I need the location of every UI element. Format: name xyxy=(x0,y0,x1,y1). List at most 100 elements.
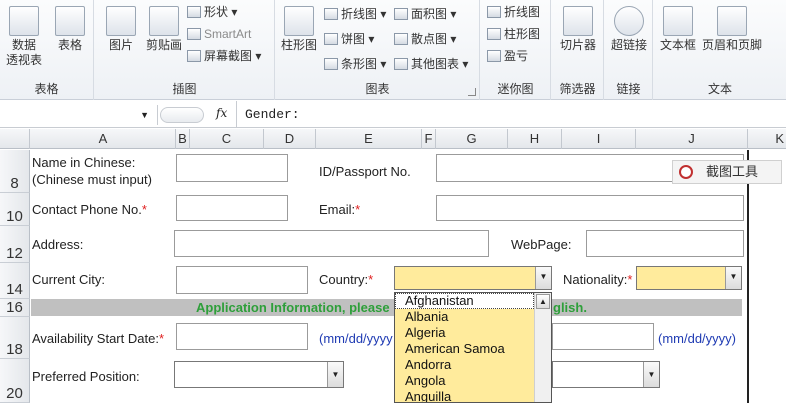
name-box[interactable]: ▼ xyxy=(0,105,158,125)
group-label-charts: 图表 xyxy=(365,82,390,96)
row-header-20[interactable]: 20 xyxy=(0,359,30,403)
row-number: 14 xyxy=(6,281,23,298)
row-header-8[interactable]: 8 xyxy=(0,150,30,193)
country-option[interactable]: Andorra xyxy=(395,357,551,373)
textbox-button[interactable]: 文本框 xyxy=(656,6,700,53)
chevron-down-icon[interactable]: ▼ xyxy=(327,362,343,387)
start-date-input[interactable] xyxy=(176,323,308,350)
email-input[interactable] xyxy=(436,195,744,221)
column-header-d[interactable]: D xyxy=(264,129,316,149)
country-option[interactable]: Angola xyxy=(395,373,551,389)
clipart-button[interactable]: 剪贴画 xyxy=(143,6,185,53)
smartart-icon xyxy=(187,28,201,40)
smartart-button[interactable]: SmartArt xyxy=(187,26,251,42)
pivot-table-button[interactable]: 数据 透视表 xyxy=(2,6,46,68)
column-header-a[interactable]: A xyxy=(31,129,176,149)
charts-dialog-launcher[interactable] xyxy=(468,88,476,96)
sparkline-column-button[interactable]: 柱形图 xyxy=(487,26,540,42)
scroll-up-icon[interactable]: ▲ xyxy=(536,294,550,309)
sparkline-winloss-button[interactable]: 盈亏 xyxy=(487,48,528,64)
row-number: 10 xyxy=(6,208,23,225)
webpage-input[interactable] xyxy=(586,230,744,257)
screenshot-button[interactable]: 屏幕截图 ▾ xyxy=(187,48,261,64)
column-header-k[interactable]: K xyxy=(748,129,786,149)
hyperlink-button[interactable]: 超链接 xyxy=(607,6,651,53)
formula-input[interactable]: Gender: xyxy=(236,101,300,128)
column-header-e[interactable]: E xyxy=(316,129,422,149)
bar-chart-button[interactable]: 条形图 ▾ xyxy=(324,56,386,72)
country-option[interactable]: Algeria xyxy=(395,325,551,341)
column-header-j[interactable]: J xyxy=(636,129,748,149)
country-option[interactable]: Afghanistan xyxy=(395,293,534,309)
sparkline-line-label: 折线图 xyxy=(504,5,541,19)
row-header-18[interactable]: 18 xyxy=(0,317,30,359)
ribbon-group-filter: 切片器 筛选器 xyxy=(552,0,604,100)
column-header-b[interactable]: B xyxy=(176,129,190,149)
row-header-10[interactable]: 10 xyxy=(0,193,30,226)
country-option[interactable]: American Samoa xyxy=(395,341,551,357)
address-input[interactable] xyxy=(174,230,489,257)
bar-chart-label: 条形图 xyxy=(341,57,378,71)
country-select[interactable]: ▼ xyxy=(394,266,552,290)
area-chart-button[interactable]: 面积图 ▾ xyxy=(394,6,456,22)
name-in-chinese-input[interactable] xyxy=(176,154,288,182)
column-chart-label: 柱形图 xyxy=(280,38,317,52)
screenshot-tool-label: 截图工具 xyxy=(706,164,759,179)
chevron-down-icon[interactable]: ▼ xyxy=(535,267,551,289)
contact-phone-input[interactable] xyxy=(176,195,288,221)
screenshot-tool-button[interactable]: 截图工具 xyxy=(672,160,782,184)
chevron-down-icon[interactable]: ▼ xyxy=(643,362,659,387)
sparkline-winloss-icon xyxy=(487,50,501,62)
picture-button[interactable]: 图片 xyxy=(101,6,141,53)
country-option[interactable]: Anguilla xyxy=(395,389,551,402)
line-chart-button[interactable]: 折线图 ▾ xyxy=(324,6,386,22)
name-in-chinese-note: (Chinese must input) xyxy=(32,172,152,187)
insert-function-button[interactable]: fx xyxy=(216,106,227,120)
pivot-table-label-1: 数据 xyxy=(11,38,36,52)
row-header-14[interactable]: 14 xyxy=(0,263,30,299)
column-header-i[interactable]: I xyxy=(562,129,636,149)
row-header-12[interactable]: 12 xyxy=(0,226,30,263)
slicer-button[interactable]: 切片器 xyxy=(556,6,600,53)
header-footer-button[interactable]: 页眉和页脚 xyxy=(700,6,764,53)
pie-chart-icon xyxy=(324,33,338,45)
second-position-select[interactable]: ▼ xyxy=(552,361,660,388)
chevron-down-icon[interactable]: ▼ xyxy=(725,267,741,289)
column-chart-button[interactable]: 柱形图 xyxy=(278,6,320,53)
sparkline-line-button[interactable]: 折线图 xyxy=(487,4,540,20)
second-date-input[interactable] xyxy=(552,323,654,350)
dropdown-scrollbar[interactable]: ▲ xyxy=(534,293,551,402)
country-option[interactable]: Albania xyxy=(395,309,551,325)
other-charts-button[interactable]: 其他图表 ▾ xyxy=(394,56,468,72)
header-footer-label: 页眉和页脚 xyxy=(701,38,762,52)
column-header-c[interactable]: C xyxy=(190,129,264,149)
date-format-hint-2: (mm/dd/yyyy) xyxy=(658,331,736,346)
preferred-position-select[interactable]: ▼ xyxy=(174,361,344,388)
pie-chart-label: 饼图 xyxy=(341,32,366,46)
shapes-button[interactable]: 形状 ▾ xyxy=(187,4,237,20)
line-chart-icon xyxy=(324,8,338,20)
nationality-select[interactable]: ▼ xyxy=(636,266,742,290)
column-header-g[interactable]: G xyxy=(436,129,508,149)
column-header-h[interactable]: H xyxy=(508,129,562,149)
contact-phone-text: Contact Phone No. xyxy=(32,202,142,217)
name-in-chinese-label: Name in Chinese: xyxy=(32,155,136,170)
sparkline-winloss-label: 盈亏 xyxy=(504,49,529,63)
smartart-label: SmartArt xyxy=(204,27,252,41)
scatter-chart-button[interactable]: 散点图 ▾ xyxy=(394,31,456,47)
address-label: Address: xyxy=(32,237,84,252)
current-city-input[interactable] xyxy=(176,266,308,294)
email-text: Email: xyxy=(319,202,356,217)
row-header-16[interactable]: 16 xyxy=(0,299,30,317)
select-all-corner[interactable] xyxy=(0,129,30,149)
nationality-text: Nationality: xyxy=(563,272,628,287)
country-dropdown-list[interactable]: Afghanistan Albania Algeria American Sam… xyxy=(394,292,552,403)
row-number: 20 xyxy=(6,385,23,402)
pie-chart-button[interactable]: 饼图 ▾ xyxy=(324,31,374,47)
table-button[interactable]: 表格 xyxy=(50,6,90,53)
sparkline-line-icon xyxy=(487,6,501,18)
shapes-icon xyxy=(187,6,201,18)
bar-chart-icon xyxy=(324,58,338,70)
column-header-f[interactable]: F xyxy=(422,129,436,149)
formula-bar-grip[interactable] xyxy=(160,107,204,123)
